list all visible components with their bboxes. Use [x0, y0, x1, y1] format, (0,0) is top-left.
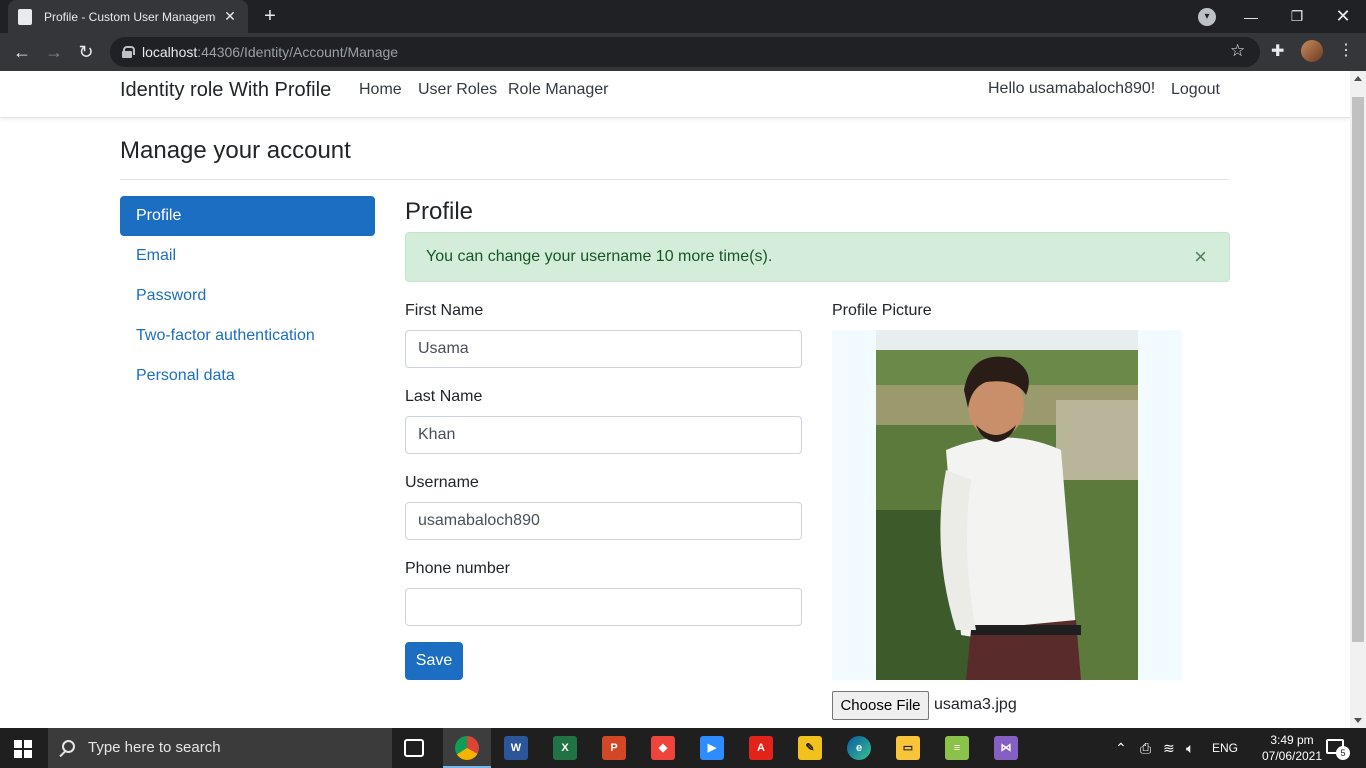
clock-date: 07/06/2021: [1261, 749, 1323, 763]
file-explorer-icon[interactable]: ▭: [896, 736, 920, 760]
profile-picture: [832, 330, 1182, 680]
tray-overflow-icon[interactable]: ⌃: [1115, 728, 1127, 768]
minimize-icon[interactable]: —: [1228, 0, 1274, 33]
divider: [120, 179, 1229, 180]
nav-home[interactable]: Home: [359, 81, 402, 99]
reload-icon[interactable]: ↻: [74, 41, 98, 63]
sidenav-item-two-factor[interactable]: Two-factor authentication: [120, 316, 375, 356]
scroll-down-icon[interactable]: [1354, 718, 1362, 723]
taskbar-clock[interactable]: 3:49 pm 07/06/2021: [1260, 732, 1324, 764]
forward-icon[interactable]: →: [42, 41, 66, 63]
manage-sidenav: Profile Email Password Two-factor authen…: [120, 196, 375, 396]
choose-file-button[interactable]: Choose File: [832, 691, 929, 720]
status-alert: You can change your username 10 more tim…: [405, 232, 1230, 282]
address-bar[interactable]: localhost:44306/Identity/Account/Manage: [110, 37, 1260, 67]
username-input[interactable]: usamabaloch890: [405, 502, 802, 540]
taskbar-search-box[interactable]: Type here to search: [48, 728, 392, 768]
page-icon: [18, 8, 32, 25]
usb-device-icon[interactable]: ⎙: [1140, 728, 1151, 768]
search-icon: [62, 740, 75, 753]
word-icon[interactable]: W: [504, 736, 528, 760]
new-tab-icon[interactable]: +: [258, 5, 282, 29]
lock-icon[interactable]: [122, 46, 135, 58]
phone-label: Phone number: [405, 560, 510, 577]
sidenav-item-password[interactable]: Password: [120, 276, 375, 316]
clock-time: 3:49 pm: [1270, 733, 1314, 747]
tab-title: Profile - Custom User Manageme: [44, 9, 216, 24]
nav-user-roles[interactable]: User Roles: [418, 81, 497, 99]
close-icon[interactable]: ×: [1194, 233, 1207, 281]
site-brand[interactable]: Identity role With Profile: [120, 79, 331, 102]
profile-avatar[interactable]: [1301, 40, 1323, 62]
save-button[interactable]: Save: [405, 642, 463, 680]
notepad-icon[interactable]: ≡: [945, 736, 969, 760]
browser-tabbar: Profile - Custom User Manageme ✕ + ▾ — ❐…: [0, 0, 1366, 33]
web-page: Identity role With Profile Home User Rol…: [0, 71, 1350, 728]
task-view-icon[interactable]: [404, 739, 424, 757]
phone-input[interactable]: [405, 588, 802, 626]
whiteboard-icon[interactable]: ✎: [798, 736, 822, 760]
last-name-input[interactable]: Khan: [405, 416, 802, 454]
back-icon[interactable]: ←: [10, 41, 34, 63]
close-window-icon[interactable]: ✕: [1320, 0, 1366, 33]
edge-icon[interactable]: e: [847, 736, 871, 760]
logout-button[interactable]: Logout: [1171, 81, 1220, 99]
scrollbar-thumb[interactable]: [1352, 97, 1364, 642]
first-name-label: First Name: [405, 302, 484, 319]
profile-photo: [876, 330, 1138, 680]
url-host: localhost: [142, 44, 198, 60]
wifi-icon[interactable]: ≋: [1163, 728, 1175, 768]
browser-tab[interactable]: Profile - Custom User Manageme ✕: [8, 0, 248, 33]
page-scrollbar[interactable]: [1350, 71, 1366, 728]
last-name-label: Last Name: [405, 388, 483, 405]
restore-icon[interactable]: ❐: [1274, 0, 1320, 33]
acrobat-icon[interactable]: A: [749, 736, 773, 760]
alert-message: You can change your username 10 more tim…: [426, 248, 773, 265]
powerpoint-icon[interactable]: P: [602, 736, 626, 760]
profile-picture-label: Profile Picture: [832, 302, 932, 319]
menu-kebab-icon[interactable]: ⋮: [1338, 40, 1354, 60]
tab-search-icon[interactable]: ▾: [1198, 8, 1216, 26]
url-path: :44306/Identity/Account/Manage: [197, 44, 399, 60]
zoom-icon[interactable]: ▶: [700, 736, 724, 760]
visual-studio-icon[interactable]: ⋈: [994, 736, 1018, 760]
user-greeting-link[interactable]: Hello usamabaloch890!: [988, 80, 1155, 98]
sidenav-item-email[interactable]: Email: [120, 236, 375, 276]
bookmark-star-icon[interactable]: ☆: [1230, 41, 1245, 61]
nav-role-manager[interactable]: Role Manager: [508, 81, 609, 99]
sidenav-item-profile[interactable]: Profile: [120, 196, 375, 236]
windows-taskbar: Type here to search W X P ◆ ▶ A ✎ e ▭ ≡ …: [0, 728, 1366, 768]
windows-start-icon[interactable]: [14, 740, 32, 758]
selected-file-name: usama3.jpg: [934, 696, 1017, 713]
anydesk-icon[interactable]: ◆: [651, 736, 675, 760]
extensions-puzzle-icon[interactable]: ✚: [1271, 41, 1284, 61]
browser-toolbar: ← → ↻ localhost:44306/Identity/Account/M…: [0, 33, 1366, 71]
close-tab-icon[interactable]: ✕: [222, 8, 238, 25]
sidenav-item-personal-data[interactable]: Personal data: [120, 356, 375, 396]
taskbar-search-placeholder: Type here to search: [88, 739, 221, 756]
notification-count-badge: 5: [1336, 746, 1350, 760]
section-title: Profile: [405, 198, 474, 225]
site-navbar: Identity role With Profile Home User Rol…: [0, 71, 1350, 118]
username-label: Username: [405, 474, 479, 491]
notification-center-icon[interactable]: 5: [1326, 739, 1350, 760]
chrome-icon[interactable]: [455, 736, 479, 760]
volume-icon[interactable]: 🔈︎: [1186, 728, 1194, 768]
first-name-input[interactable]: Usama: [405, 330, 802, 368]
page-title: Manage your account: [120, 137, 351, 164]
language-indicator[interactable]: ENG: [1212, 728, 1238, 768]
scroll-up-icon[interactable]: [1354, 76, 1362, 81]
excel-icon[interactable]: X: [553, 736, 577, 760]
